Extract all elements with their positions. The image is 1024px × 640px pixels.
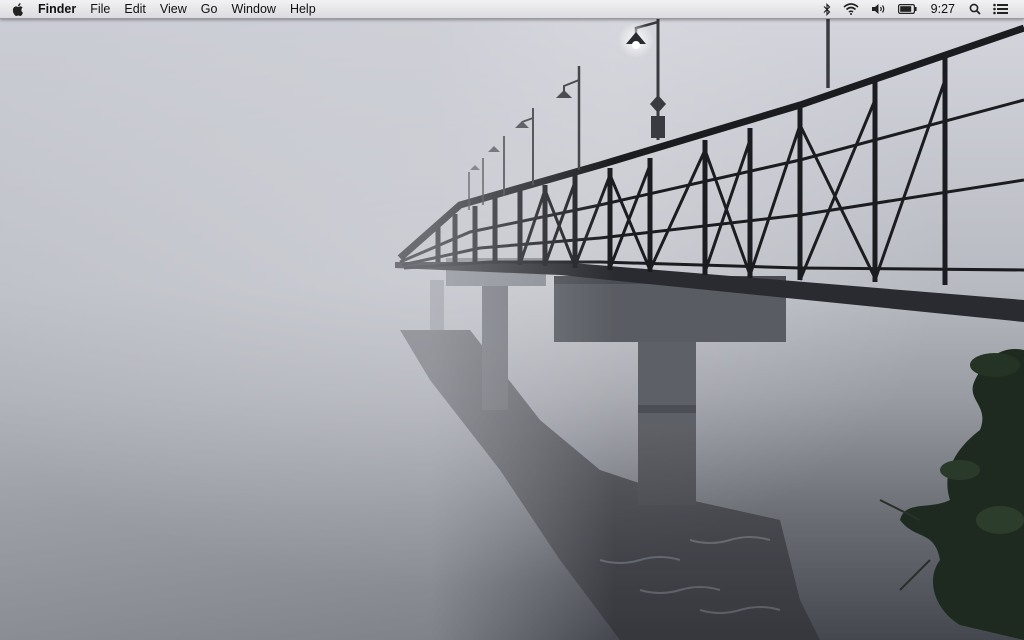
spotlight-search-icon[interactable] [963, 0, 987, 18]
volume-icon[interactable] [865, 0, 892, 18]
menu-file[interactable]: File [83, 0, 117, 18]
menu-bar-clock[interactable]: 9:27 [923, 2, 963, 16]
menu-go[interactable]: Go [194, 0, 225, 18]
menu-bar: Finder File Edit View Go Window Help 9:2… [0, 0, 1024, 19]
battery-icon[interactable] [892, 0, 923, 18]
menu-view[interactable]: View [153, 0, 194, 18]
menu-edit[interactable]: Edit [117, 0, 153, 18]
apple-logo-icon[interactable] [0, 0, 34, 18]
desktop-wallpaper [0, 0, 1024, 640]
wifi-icon[interactable] [837, 0, 865, 18]
menu-app-finder[interactable]: Finder [34, 0, 83, 18]
bluetooth-icon[interactable] [817, 0, 837, 18]
notification-center-icon[interactable] [987, 0, 1014, 18]
menu-help[interactable]: Help [283, 0, 323, 18]
menu-window[interactable]: Window [224, 0, 282, 18]
